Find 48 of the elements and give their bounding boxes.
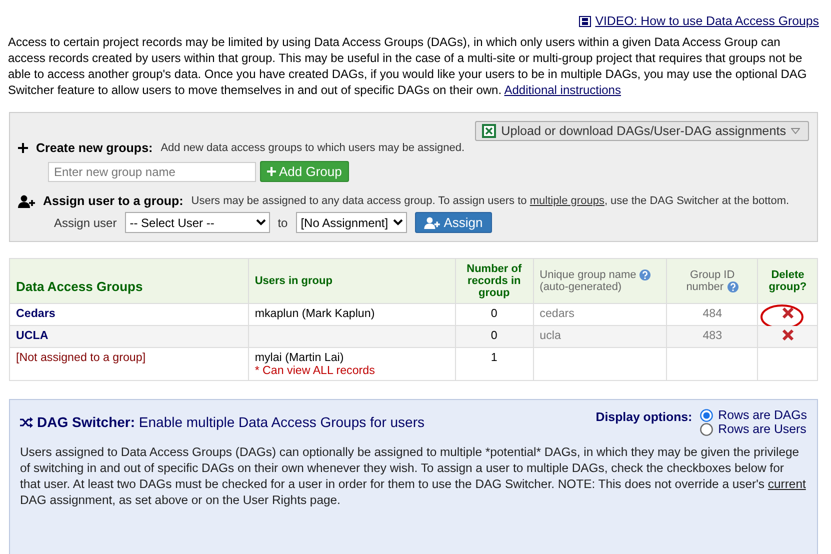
- column-header: Unique group name (auto-generated): [533, 258, 667, 304]
- create-groups-description: Add new data access groups to which users may be assigned.: [160, 142, 465, 154]
- create-groups-title: Create new groups:: [36, 141, 153, 155]
- group-name-field[interactable]: Enter new group name: [48, 162, 256, 182]
- delete-icon[interactable]: [782, 329, 794, 341]
- column-header: Data Access Groups: [10, 258, 248, 304]
- intro-text: Access to certain project records may be limited by using Data Access Groups (DAGs), in which only users within a given Data Access Group can access records created by users within that group. This may be useful in the case of a multi-site or multi-group project that requires that groups not be able to access another group's data. Once you have created DAGs, if you would like your users to be in multiple DAGs, you may use the optional DAG Switcher feature to allow users to move themselves in and out of specific DAGs on their own. Additional instructions: [8, 34, 808, 98]
- dag-switcher-title: DAG Switcher: Enable multiple Data Access Groups for users: [37, 414, 424, 430]
- group-select[interactable]: [No Assignment]: [296, 212, 407, 233]
- to-label: to: [278, 216, 288, 230]
- upload-download-button[interactable]: Upload or download DAGs/User-DAG assignments: [475, 121, 809, 141]
- radio-icon[interactable]: [700, 422, 714, 436]
- group-id-cell: 483: [666, 326, 758, 348]
- group-name-cell: [Not assigned to a group]: [10, 348, 248, 380]
- user-select[interactable]: -- Select User --: [124, 212, 270, 233]
- shuffle-icon: [20, 416, 33, 428]
- radio-icon[interactable]: [700, 408, 714, 422]
- dag-switcher-description: Users assigned to Data Access Groups (DAGs) can optionally be assigned to multiple *potential* DAGs, in which they may be given the privilege of switching in and out of specific DAGs on their own whenever they wish. To assign a user to multiple DAGs, check the checkboxes below for that user. At least two DAGs must be checked for a user in order for them to use the DAG Switcher. NOTE: This does not override a user's current DAG assignment, as set above or on the User Rights page.: [20, 444, 807, 508]
- display-option-radio[interactable]: Rows are Users: [700, 422, 807, 436]
- user-plus-icon: [18, 194, 35, 208]
- current-link[interactable]: current: [768, 477, 806, 491]
- help-icon[interactable]: [639, 269, 652, 282]
- help-icon[interactable]: [726, 281, 739, 294]
- assign-user-label: Assign user: [54, 216, 117, 230]
- plus-icon: [18, 143, 28, 153]
- records-cell: 1: [455, 348, 534, 380]
- column-header: Number of records in group: [455, 258, 534, 304]
- film-icon: [579, 16, 592, 26]
- group-name-cell: UCLA: [10, 326, 248, 348]
- column-header: Group ID number: [666, 258, 758, 304]
- caret-icon: [791, 128, 800, 134]
- delete-icon[interactable]: [782, 307, 794, 319]
- records-cell: 0: [455, 326, 534, 348]
- assign-user-title: Assign user to a group:: [43, 194, 184, 208]
- column-header: Users in group: [248, 258, 456, 304]
- multiple-groups-link[interactable]: multiple groups: [530, 195, 604, 207]
- assign-user-description: Users may be assigned to any data access group. To assign users to multiple groups, use the DAG Switcher at the bottom.: [191, 195, 790, 207]
- display-options-label: Display options:: [596, 410, 692, 424]
- plus-icon: [267, 167, 276, 176]
- display-option-radio[interactable]: Rows are DAGs: [700, 408, 807, 422]
- column-header: Delete group?: [758, 258, 818, 304]
- user-plus-icon: [424, 216, 440, 228]
- unique-name-cell: ucla: [533, 326, 667, 348]
- spreadsheet-icon: [482, 124, 496, 138]
- assign-button[interactable]: Assign: [414, 212, 492, 233]
- instructions-link[interactable]: Additional instructions: [504, 83, 621, 97]
- users-cell: mylai (Martin Lai) * Can view ALL records: [248, 348, 456, 380]
- video-link[interactable]: VIDEO: How to use Data Access Groups: [595, 14, 819, 28]
